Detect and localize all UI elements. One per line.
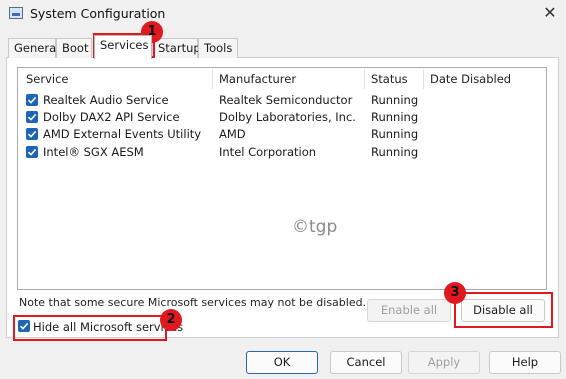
ok-button[interactable]: OK	[246, 351, 318, 374]
enable-all-button[interactable]: Enable all	[367, 299, 451, 322]
system-config-icon	[9, 7, 23, 19]
checkmark-icon	[27, 96, 37, 104]
column-divider[interactable]	[364, 69, 365, 89]
annotation-badge-3: 3	[444, 282, 466, 304]
column-header-manufacturer[interactable]: Manufacturer	[219, 71, 296, 87]
service-name: Intel® SGX AESM	[43, 145, 144, 159]
service-checkbox[interactable]	[26, 94, 38, 106]
secure-services-note: Note that some secure Microsoft services…	[19, 296, 367, 309]
service-status: Running	[371, 93, 419, 107]
column-header-date-disabled[interactable]: Date Disabled	[430, 71, 511, 87]
annotation-box-disable-all	[454, 292, 553, 328]
tab-tools[interactable]: Tools	[198, 38, 238, 58]
service-name: Dolby DAX2 API Service	[43, 110, 180, 124]
column-divider[interactable]	[212, 69, 213, 89]
annotation-box-hide-microsoft	[13, 315, 167, 341]
column-header-status[interactable]: Status	[371, 71, 408, 87]
help-button[interactable]: Help	[489, 351, 561, 374]
service-checkbox[interactable]	[26, 146, 38, 158]
tab-services[interactable]: Services	[94, 35, 152, 59]
service-manufacturer: Realtek Semiconductor	[219, 93, 353, 107]
service-status: Running	[371, 110, 419, 124]
window-title: System Configuration	[30, 6, 166, 21]
service-name: AMD External Events Utility	[43, 127, 202, 141]
checkmark-icon	[27, 113, 37, 121]
close-button[interactable]: ✕	[536, 1, 564, 25]
service-manufacturer: Dolby Laboratories, Inc.	[219, 110, 356, 124]
checkmark-icon	[27, 130, 37, 138]
service-status: Running	[371, 127, 419, 141]
service-manufacturer: Intel Corporation	[219, 145, 317, 159]
service-status: Running	[371, 145, 419, 159]
cancel-button[interactable]: Cancel	[330, 351, 402, 374]
column-divider[interactable]	[423, 69, 424, 89]
tab-startup[interactable]: Startup	[152, 38, 201, 58]
apply-button[interactable]: Apply	[408, 351, 480, 374]
tab-general[interactable]: General	[8, 38, 59, 58]
service-checkbox[interactable]	[26, 111, 38, 123]
service-manufacturer: AMD	[219, 127, 246, 141]
service-checkbox[interactable]	[26, 128, 38, 140]
watermark: ©tgp	[292, 217, 338, 237]
checkmark-icon	[27, 148, 37, 156]
annotation-badge-2: 2	[160, 309, 182, 331]
service-name: Realtek Audio Service	[43, 93, 169, 107]
tab-boot[interactable]: Boot	[56, 38, 92, 58]
column-header-service[interactable]: Service	[26, 71, 69, 87]
